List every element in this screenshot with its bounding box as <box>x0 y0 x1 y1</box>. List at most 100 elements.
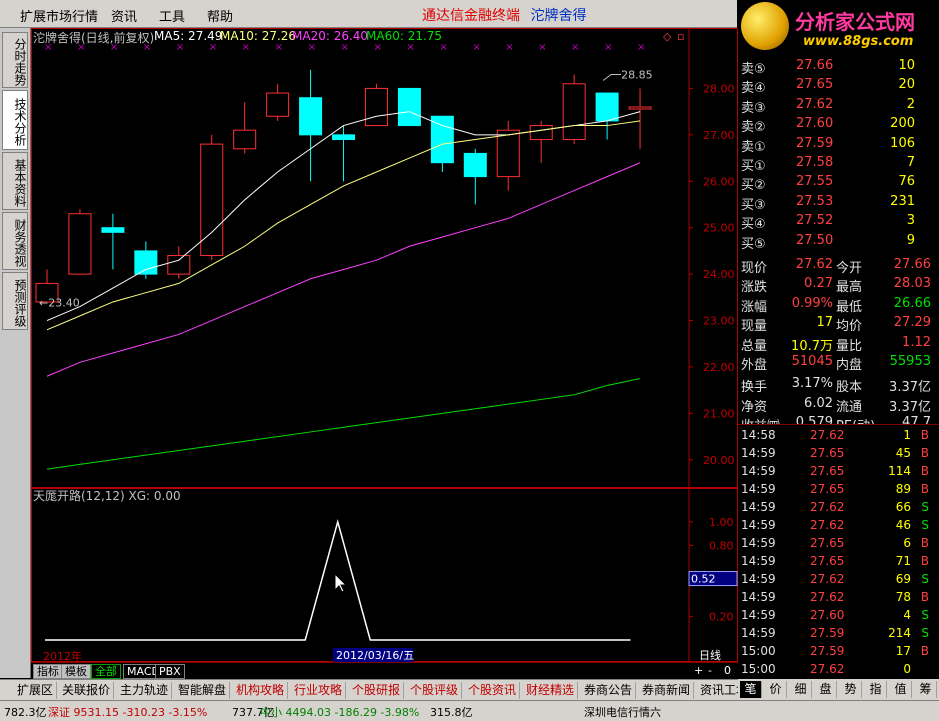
tab-forecast[interactable]: 预测评级 <box>2 272 28 330</box>
candle-body[interactable] <box>529 125 553 140</box>
book-volume: 106 <box>890 135 915 151</box>
tab-all[interactable]: 全部 <box>91 664 121 679</box>
bid-row[interactable]: 买⑤ 27.50 9 <box>738 232 939 252</box>
ask-row[interactable]: 卖③ 27.62 2 <box>738 96 939 116</box>
tab-pbx[interactable]: PBX <box>155 664 185 679</box>
tick-volume: 114 <box>888 464 911 478</box>
ask-row[interactable]: 卖② 27.60 200 <box>738 115 939 135</box>
candle-body[interactable] <box>562 83 586 140</box>
tab-basic-info[interactable]: 基本资料 <box>2 152 28 210</box>
book-volume: 9 <box>906 232 915 248</box>
candle-body[interactable] <box>463 152 487 178</box>
candlestick-chart[interactable]: 28.00 27.00 26.00 25.00 24.00 23.00 22.00 21.00… <box>31 28 738 488</box>
right-tab[interactable]: 价 <box>765 681 787 698</box>
tick-volume: 17 <box>895 644 911 658</box>
status-sme-index: 中小 4494.03 -186.29 -3.98% <box>260 706 420 719</box>
book-label: 卖① <box>741 139 766 155</box>
indicator-title: 天厖开路(12,12) XG: 0.00 <box>33 488 181 503</box>
nav-item[interactable]: 个股研报 <box>349 682 405 699</box>
candle-marker: × <box>406 42 414 53</box>
menu-item-help[interactable]: 帮助 <box>207 6 233 25</box>
tab-template[interactable]: 模板 <box>61 664 91 679</box>
candle-body[interactable] <box>266 92 290 117</box>
ask-row[interactable]: 卖④ 27.65 20 <box>738 76 939 96</box>
candle-body[interactable] <box>167 255 191 275</box>
stat-key: 外盘 <box>741 358 768 373</box>
candle-body[interactable] <box>595 92 619 122</box>
nav-item[interactable]: 扩展区 <box>14 682 58 699</box>
right-tab[interactable]: 值 <box>890 681 912 698</box>
bid-row[interactable]: 买② 27.55 76 <box>738 173 939 193</box>
nav-item[interactable]: 个股资讯 <box>465 682 521 699</box>
ask-row[interactable]: 卖⑤ 27.66 10 <box>738 57 939 77</box>
fundamental-key: 流通 <box>836 399 863 415</box>
nav-item[interactable]: 关联报价 <box>59 682 115 699</box>
tick-price: 27.62 <box>810 518 845 532</box>
nav-item[interactable]: 智能解盘 <box>175 682 231 699</box>
candle-body[interactable] <box>364 87 388 127</box>
tick-price: 27.65 <box>810 446 845 460</box>
left-tab-bar: 分时走势 技术分析 基本资料 财务透视 预测评级 <box>0 28 31 678</box>
platform-name: 通达信金融终端 <box>422 8 520 24</box>
bid-row[interactable]: 买④ 27.52 3 <box>738 212 939 232</box>
candle-marker: × <box>275 42 283 53</box>
tab-technical[interactable]: 技术分析 <box>2 90 28 150</box>
right-tab[interactable]: 盘 <box>815 681 837 698</box>
right-tab[interactable]: 笔 <box>740 681 762 698</box>
tick-row: 14:59 27.65 45 B <box>738 445 939 463</box>
candle-body[interactable] <box>233 129 257 150</box>
tab-financial[interactable]: 财务透视 <box>2 212 28 270</box>
tab-intraday[interactable]: 分时走势 <box>2 32 28 88</box>
indicator-chart[interactable]: 天厖开路(12,12) XG: 0.00 1.00 0.80 0.52 0.20 2012… <box>31 488 738 662</box>
candle-body[interactable] <box>299 97 323 136</box>
candle-body[interactable] <box>496 129 520 178</box>
candle-body[interactable] <box>397 87 421 127</box>
tab-indicator[interactable]: 指标 <box>33 664 63 679</box>
candle-marker: × <box>637 42 645 53</box>
tick-volume: 78 <box>895 590 911 604</box>
book-label: 买③ <box>741 197 766 213</box>
tick-time: 15:00 <box>741 662 776 676</box>
candle-body[interactable] <box>68 213 92 275</box>
nav-item[interactable]: 券商公告 <box>581 682 637 699</box>
nav-item[interactable]: 主力轨迹 <box>117 682 173 699</box>
tick-side: S <box>921 572 929 586</box>
y-tick-label: 21.00 <box>703 407 735 420</box>
nav-item[interactable]: 券商新闻 <box>639 682 695 699</box>
high-pointer <box>602 73 622 81</box>
right-tab[interactable]: 指 <box>865 681 887 698</box>
reset-button[interactable]: 0 <box>721 664 735 679</box>
stat-key: 涨跌 <box>741 280 768 296</box>
bid-row[interactable]: 买① 27.58 7 <box>738 154 939 174</box>
nav-item[interactable]: 财经精选 <box>523 682 579 699</box>
indicator-frame <box>31 488 738 662</box>
candle-body[interactable] <box>101 227 125 233</box>
right-tab[interactable]: 势 <box>840 681 862 698</box>
book-price: 27.53 <box>796 193 834 209</box>
tick-volume: 6 <box>903 536 911 550</box>
candle-body[interactable] <box>430 115 454 164</box>
zoom-out-button[interactable]: - <box>705 664 719 679</box>
fundamental-row: 换手 3.17% 股本 3.37亿 <box>738 375 939 395</box>
stat-value: 17 <box>816 315 833 331</box>
right-tab[interactable]: 筹 <box>915 681 937 698</box>
tick-side: B <box>920 590 929 604</box>
candle-body[interactable] <box>134 250 158 275</box>
candle-body[interactable] <box>628 106 652 110</box>
nav-item[interactable]: 机构攻略 <box>233 682 289 699</box>
zoom-in-button[interactable]: + <box>691 664 705 679</box>
tick-time: 14:59 <box>741 518 776 532</box>
tick-side: B <box>920 446 929 460</box>
chart-close-icon: ▫ <box>677 30 684 43</box>
bid-row[interactable]: 买③ 27.53 231 <box>738 193 939 213</box>
right-tab[interactable]: 细 <box>790 681 812 698</box>
menu-item-market[interactable]: 扩展市场行情 <box>20 6 98 25</box>
nav-item[interactable]: 行业攻略 <box>291 682 347 699</box>
ask-row[interactable]: 卖① 27.59 106 <box>738 135 939 155</box>
nav-item[interactable]: 个股评级 <box>407 682 463 699</box>
stat-key: 今开 <box>836 261 863 276</box>
candle-body[interactable] <box>332 134 356 140</box>
menu-item-tools[interactable]: 工具 <box>159 6 185 25</box>
menu-item-info[interactable]: 资讯 <box>111 6 137 25</box>
tick-price: 27.62 <box>810 662 845 676</box>
